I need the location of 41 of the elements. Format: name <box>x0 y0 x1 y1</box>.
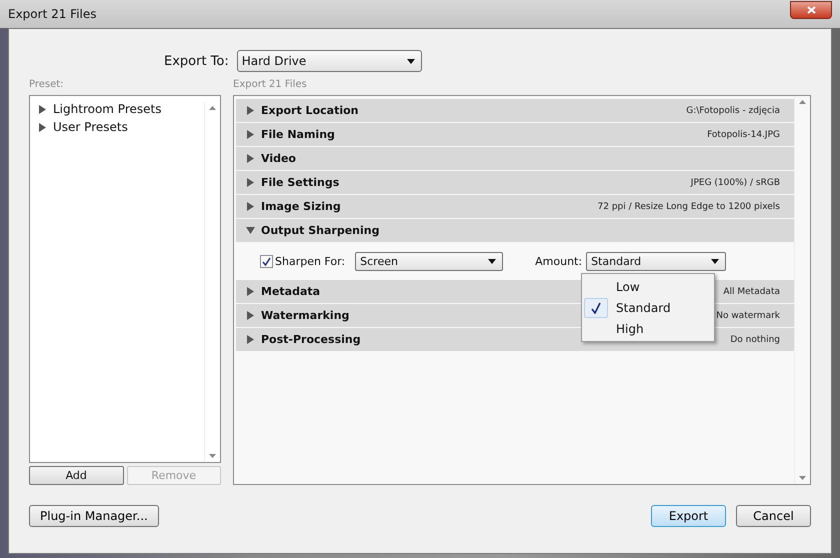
triangle-icon <box>246 202 255 211</box>
scroll-up-icon[interactable] <box>799 100 806 104</box>
triangle-icon <box>246 226 255 235</box>
triangle-icon <box>246 178 255 187</box>
window-title: Export 21 Files <box>8 7 97 21</box>
section-header[interactable]: Image Sizing 72 ppi / Resize Long Edge to 1200 pixels <box>236 195 794 218</box>
amount-dropdown[interactable]: Standard <box>586 252 726 270</box>
triangle-icon <box>246 287 255 296</box>
preset-label: Preset: <box>29 79 65 92</box>
triangle-icon <box>246 130 255 139</box>
panel-title: Export 21 Files <box>233 79 307 92</box>
export-to-label: Export To: <box>164 54 229 68</box>
sharpen-checkbox[interactable] <box>260 254 273 268</box>
preset-button[interactable]: Add <box>29 466 124 485</box>
scroll-down-icon[interactable] <box>799 476 806 480</box>
dialog-button[interactable]: Export <box>651 505 726 527</box>
section-header[interactable]: Export Location G:\Fotopolis - zdjęcia <box>236 99 794 122</box>
sharpen-for-label: Sharpen For: <box>275 254 346 268</box>
amount-label: Amount: <box>535 254 582 268</box>
sharpen-for-dropdown[interactable]: Screen <box>355 252 504 270</box>
triangle-icon <box>246 106 255 115</box>
section-header[interactable]: Video <box>236 147 794 170</box>
triangle-icon <box>246 335 255 344</box>
section-header[interactable]: Output Sharpening <box>236 219 794 242</box>
section-header[interactable]: File Naming Fotopolis-14.JPG <box>236 123 794 146</box>
scroll-down-icon[interactable] <box>209 454 216 458</box>
caret-icon <box>406 58 415 64</box>
section-header[interactable]: File Settings JPEG (100%) / sRGB <box>236 171 794 194</box>
scroll-up-icon[interactable] <box>209 106 216 110</box>
export-to-dropdown[interactable]: Hard Drive <box>236 50 422 72</box>
close-button[interactable] <box>790 1 832 19</box>
caret-icon <box>711 258 720 264</box>
preset-folder[interactable]: Lightroom Presets <box>38 102 204 116</box>
triangle-icon <box>246 154 255 163</box>
checkmark-icon <box>591 302 601 314</box>
triangle-icon <box>246 311 255 320</box>
close-icon <box>806 6 816 14</box>
caret-icon <box>488 258 496 264</box>
dialog-button[interactable]: Cancel <box>736 505 811 527</box>
preset-folder[interactable]: User Presets <box>38 120 204 134</box>
plugin-manager-button[interactable]: Plug-in Manager... <box>29 505 159 527</box>
